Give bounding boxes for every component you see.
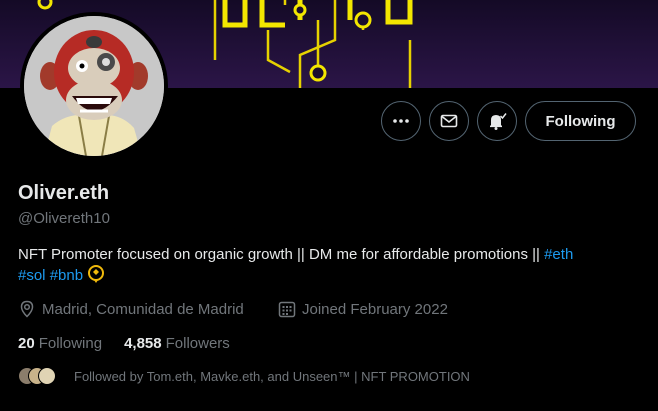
followed-by-row[interactable]: Followed by Tom.eth, Mavke.eth, and Unse…: [18, 367, 470, 385]
hashtag-eth[interactable]: #eth: [544, 246, 573, 263]
joined-text: Joined February 2022: [302, 300, 448, 318]
following-button[interactable]: Following: [525, 101, 636, 141]
hashtag-bnb[interactable]: #bnb: [50, 267, 83, 284]
follow-stats: 20 Following 4,858 Followers: [18, 335, 252, 352]
bio-text: NFT Promoter focused on organic growth |…: [18, 246, 545, 263]
calendar-icon: [278, 301, 296, 318]
following-label: Following: [38, 335, 103, 352]
following-count-link[interactable]: 20 Following: [18, 335, 102, 352]
location-pin-icon: [20, 300, 34, 318]
profile-avatar[interactable]: [20, 12, 168, 160]
bnb-coin-icon: [88, 265, 105, 283]
followers-count-link[interactable]: 4,858 Followers: [124, 335, 230, 352]
notifications-button[interactable]: [477, 101, 517, 141]
bell-icon: [490, 113, 507, 130]
hashtag-sol[interactable]: #sol: [18, 267, 46, 284]
profile-bio: NFT Promoter focused on organic growth |…: [18, 244, 643, 286]
follower-avatar: [38, 367, 56, 385]
more-button[interactable]: [381, 101, 421, 141]
user-handle: @Olivereth10: [18, 210, 110, 227]
location-text: Madrid, Comunidad de Madrid: [42, 300, 244, 318]
followed-by-text: Followed by Tom.eth, Mavke.eth, and Unse…: [74, 368, 470, 384]
ape-avatar-image: [24, 16, 164, 156]
joined-date-item: Joined February 2022: [278, 300, 448, 318]
display-name: Oliver.eth: [18, 182, 110, 204]
location-item: Madrid, Comunidad de Madrid: [18, 300, 244, 318]
followers-count: 4,858: [124, 335, 162, 352]
following-count: 20: [18, 335, 35, 352]
followers-label: Followers: [165, 335, 230, 352]
message-button[interactable]: [429, 101, 469, 141]
more-icon: [393, 119, 409, 123]
mail-icon: [440, 114, 458, 128]
